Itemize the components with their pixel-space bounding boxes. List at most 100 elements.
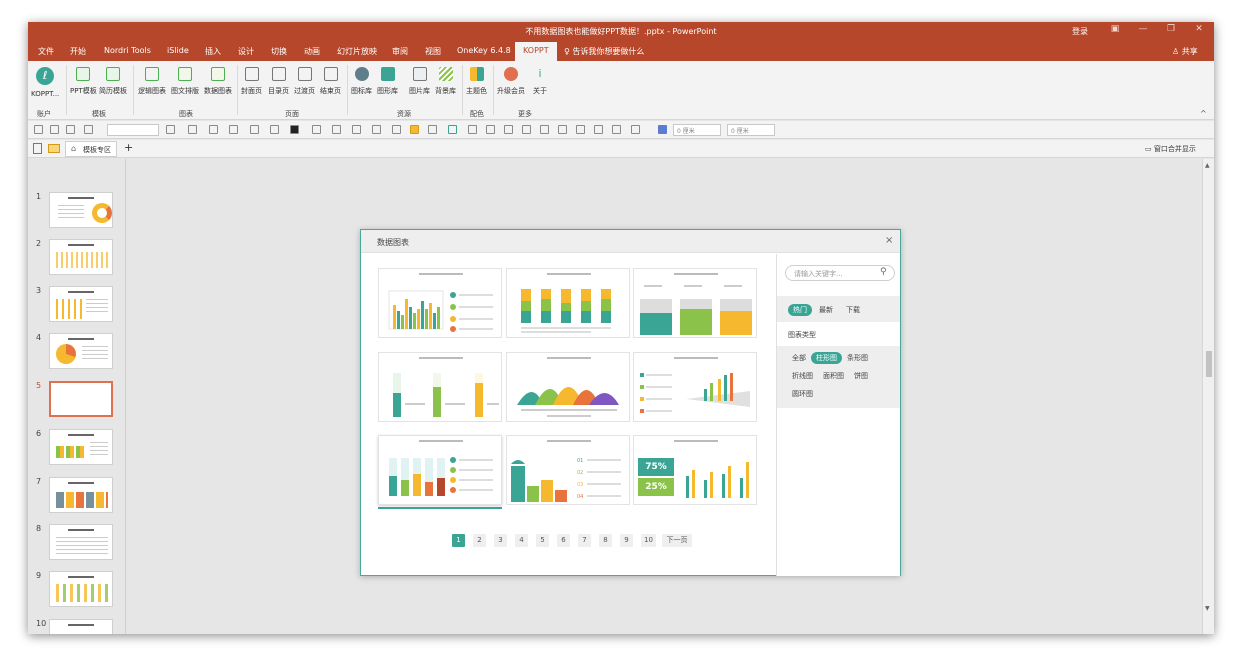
about-button[interactable]: i 关于 [533, 67, 547, 96]
fill-color-icon[interactable] [290, 125, 299, 134]
chart-template-card-selected[interactable] [378, 435, 502, 505]
tab-onekey[interactable]: OneKey 6.4.8 [457, 46, 511, 55]
dialog-close-icon[interactable]: × [885, 235, 893, 246]
tool-icon[interactable] [594, 125, 603, 134]
tab-insert[interactable]: 插入 [205, 46, 221, 57]
tool-icon[interactable] [250, 125, 259, 134]
merge-window-toggle[interactable]: ▭ 窗口合并显示 [1145, 144, 1196, 154]
tab-view[interactable]: 视图 [425, 46, 441, 57]
tool-icon[interactable] [658, 125, 667, 134]
tool-icon[interactable] [66, 125, 75, 134]
tool-icon[interactable] [312, 125, 321, 134]
tab-design[interactable]: 设计 [238, 46, 254, 57]
sort-new-chip[interactable]: 最新 [819, 305, 833, 315]
background-library-button[interactable]: 背景库 [435, 67, 456, 96]
tab-koppt[interactable]: KOPPT [515, 42, 557, 61]
tool-icon[interactable] [50, 125, 59, 134]
chart-template-card[interactable] [378, 268, 502, 338]
add-tab-button[interactable]: + [124, 141, 133, 154]
page-button-1[interactable]: 1 [452, 534, 465, 547]
category-donut[interactable]: 圆环图 [792, 389, 813, 399]
cover-page-button[interactable]: 封面页 [241, 67, 262, 96]
tool-icon[interactable] [448, 125, 457, 134]
slide-thumbnail[interactable] [49, 429, 113, 465]
graphic-layout-button[interactable]: 图文排版 [171, 67, 199, 96]
tool-icon[interactable] [631, 125, 640, 134]
template-zone-tab[interactable]: ⌂ 模板专区 [65, 141, 117, 157]
page-button-2[interactable]: 2 [473, 534, 486, 547]
slide-thumbnail-selected[interactable] [49, 381, 113, 417]
end-page-button[interactable]: 结束页 [320, 67, 341, 96]
chart-template-card[interactable]: 75% 25% [633, 435, 757, 505]
category-line[interactable]: 折线图 [792, 371, 813, 381]
data-chart-button[interactable]: 数据图表 [204, 67, 232, 96]
font-dropdown[interactable] [107, 124, 159, 136]
page-button-9[interactable]: 9 [620, 534, 633, 547]
width-field[interactable]: 0 厘米 [673, 124, 721, 136]
tool-icon[interactable] [352, 125, 361, 134]
page-button-10[interactable]: 10 [641, 534, 656, 547]
icon-library-button[interactable]: 图标库 [351, 67, 372, 96]
tool-icon[interactable] [612, 125, 621, 134]
chart-template-card[interactable] [506, 268, 630, 338]
tool-icon[interactable] [392, 125, 401, 134]
slide-thumbnail[interactable] [49, 571, 113, 607]
toc-page-button[interactable]: 目录页 [268, 67, 289, 96]
tool-icon[interactable] [166, 125, 175, 134]
tool-icon[interactable] [229, 125, 238, 134]
height-field[interactable]: 0 厘米 [727, 124, 775, 136]
slide-thumbnail[interactable] [49, 239, 113, 275]
tell-me-box[interactable]: ♀ 告诉我你想要做什么 [564, 46, 644, 57]
scroll-up-icon[interactable]: ▲ [1205, 162, 1210, 169]
category-all[interactable]: 全部 [792, 353, 806, 363]
tab-file[interactable]: 文件 [38, 46, 54, 57]
minimize-button[interactable]: — [1134, 24, 1152, 34]
page-button-7[interactable]: 7 [578, 534, 591, 547]
new-file-icon[interactable] [33, 143, 42, 154]
chart-template-card[interactable]: 01 02 03 04 [506, 435, 630, 505]
logic-chart-button[interactable]: 逻辑图表 [138, 67, 166, 96]
tab-animations[interactable]: 动画 [304, 46, 320, 57]
slide-thumbnail[interactable] [49, 477, 113, 513]
category-pie[interactable]: 饼图 [854, 371, 868, 381]
transition-page-button[interactable]: 过渡页 [294, 67, 315, 96]
chart-template-card[interactable] [378, 352, 502, 422]
tool-icon[interactable] [209, 125, 218, 134]
tool-icon[interactable] [34, 125, 43, 134]
tool-icon[interactable] [504, 125, 513, 134]
shape-library-button[interactable]: 图形库 [377, 67, 398, 96]
tool-icon[interactable] [84, 125, 93, 134]
scroll-thumb[interactable] [1206, 351, 1212, 377]
tool-icon[interactable] [468, 125, 477, 134]
tool-icon[interactable] [522, 125, 531, 134]
chart-template-card[interactable] [506, 352, 630, 422]
scroll-down-icon[interactable]: ▼ [1205, 605, 1210, 612]
tool-icon[interactable] [428, 125, 437, 134]
maximize-button[interactable]: ❐ [1162, 24, 1180, 34]
image-library-button[interactable]: 图片库 [409, 67, 430, 96]
tab-nordri-tools[interactable]: Nordri Tools [104, 46, 151, 55]
slide-thumbnail[interactable] [49, 192, 113, 228]
resume-template-button[interactable]: 简历模板 [99, 67, 127, 96]
collapse-ribbon-icon[interactable]: ^ [1200, 109, 1207, 118]
close-button[interactable]: ✕ [1190, 24, 1208, 34]
tab-review[interactable]: 审阅 [392, 46, 408, 57]
page-button-3[interactable]: 3 [494, 534, 507, 547]
tool-icon[interactable] [558, 125, 567, 134]
chart-icon[interactable] [410, 125, 419, 134]
theme-color-button[interactable]: 主题色 [466, 67, 487, 96]
tab-slideshow[interactable]: 幻灯片放映 [337, 46, 377, 57]
category-area[interactable]: 面积图 [823, 371, 844, 381]
upgrade-member-button[interactable]: 升级会员 [497, 67, 525, 96]
sort-download-chip[interactable]: 下载 [846, 305, 860, 315]
chart-template-card[interactable] [633, 268, 757, 338]
login-link[interactable]: 登录 [1072, 26, 1088, 37]
tool-icon[interactable] [576, 125, 585, 134]
tool-icon[interactable] [188, 125, 197, 134]
koppt-account-button[interactable]: ℓ KOPPT... [31, 67, 59, 98]
page-button-6[interactable]: 6 [557, 534, 570, 547]
category-column[interactable]: 柱形图 [811, 352, 842, 364]
ppt-template-button[interactable]: PPT模板 [70, 67, 97, 96]
sort-hot-chip[interactable]: 热门 [788, 304, 812, 316]
tool-icon[interactable] [332, 125, 341, 134]
